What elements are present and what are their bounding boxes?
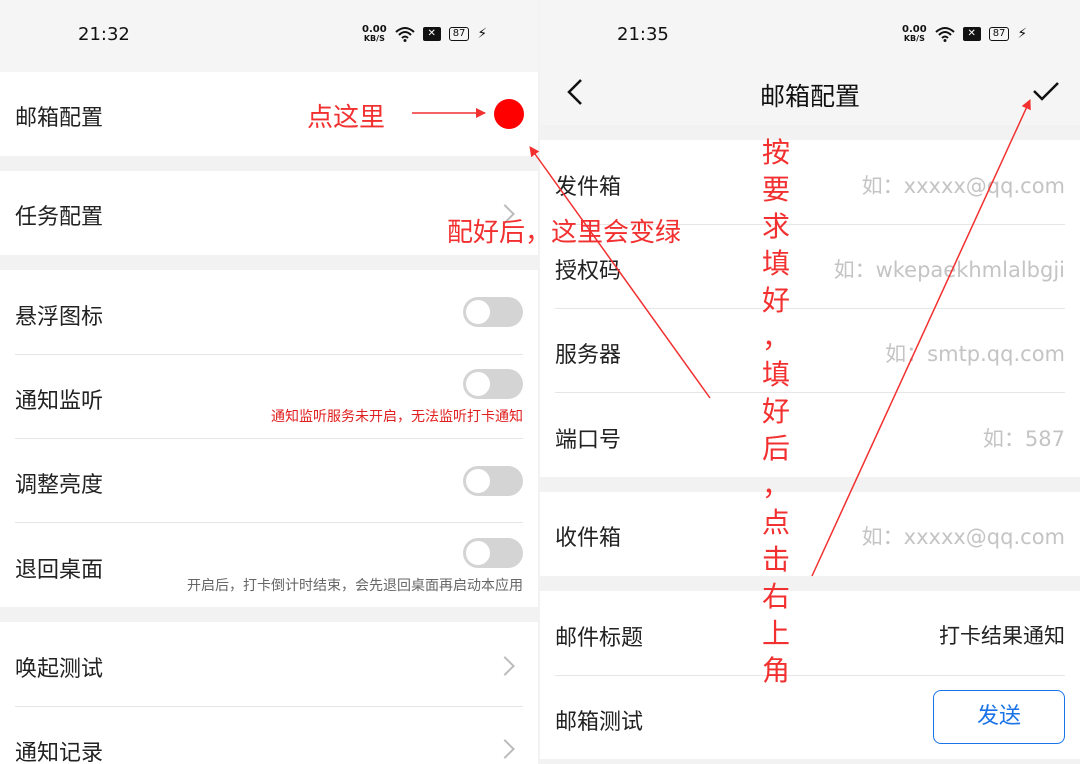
annotation-char: 要 <box>761 173 790 206</box>
annotation-char: 按 <box>761 136 790 169</box>
annotation-char: 好 <box>761 395 790 428</box>
annotation-char: 点 <box>761 506 790 539</box>
annotation-char: 求 <box>761 210 790 243</box>
annotation-char: 击 <box>761 543 790 576</box>
annotation-char: ， <box>761 469 790 502</box>
arrow-to-status-dot <box>529 146 711 399</box>
annotation-arrows <box>412 99 1031 577</box>
annotation-char: 填 <box>761 358 790 391</box>
annotation-char: 填 <box>761 247 790 280</box>
annotation-turn-green: 配好后，这里会变绿 <box>447 218 682 248</box>
annotation-char: 角 <box>761 654 790 687</box>
annotation-char: 上 <box>761 617 790 650</box>
annotation-char: 右 <box>761 580 790 613</box>
annotation-char: ， <box>761 321 790 354</box>
arrow-to-checkmark <box>811 99 1031 577</box>
annotation-char: 后 <box>761 432 790 465</box>
annotation-fill-instructions: 按要求填好，填好后，点击右上角 <box>761 134 791 689</box>
annotation-char: 好 <box>761 284 790 317</box>
